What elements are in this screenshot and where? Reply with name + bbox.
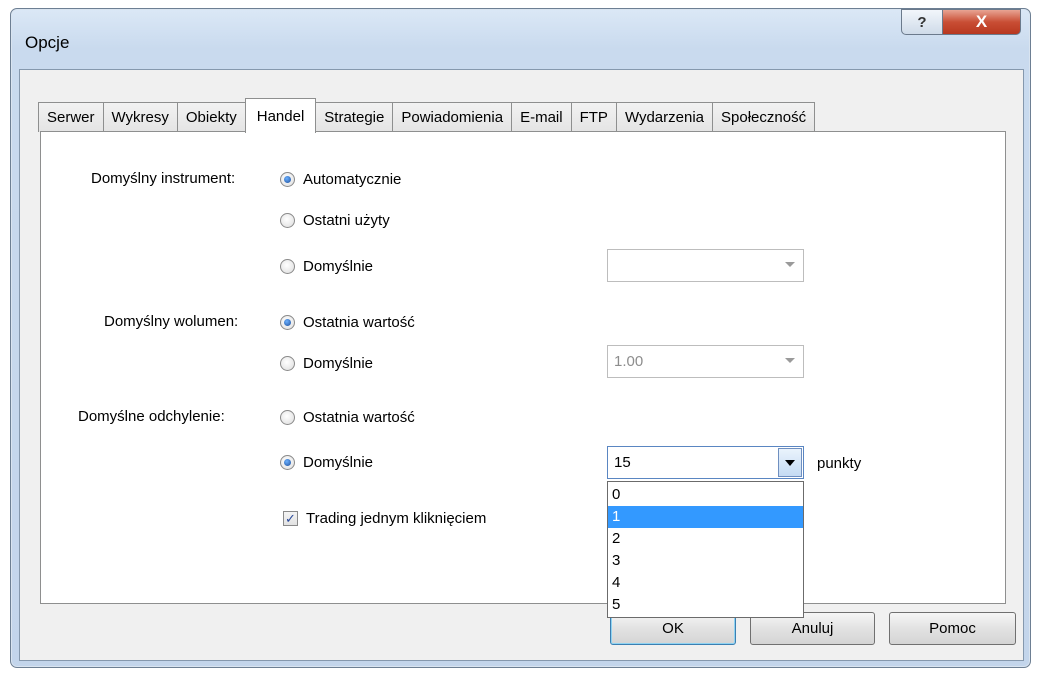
radio-label: Ostatnia wartość bbox=[303, 314, 415, 331]
radio-instrument-automatycznie[interactable]: Automatycznie bbox=[280, 171, 401, 188]
deviation-dropdown-list[interactable]: 0 1 2 3 4 5 bbox=[607, 481, 804, 618]
radio-label: Ostatni użyty bbox=[303, 212, 390, 229]
radio-unchecked-icon bbox=[280, 259, 295, 274]
list-item-selected[interactable]: 1 bbox=[608, 506, 803, 528]
list-item[interactable]: 5 bbox=[608, 594, 803, 616]
radio-deviation-domyslnie[interactable]: Domyślnie bbox=[280, 454, 373, 471]
tab-powiadomienia[interactable]: Powiadomienia bbox=[392, 102, 513, 132]
tab-ftp[interactable]: FTP bbox=[570, 102, 617, 132]
tab-handel[interactable]: Handel bbox=[244, 98, 317, 133]
default-volume-label: Domyślny wolumen: bbox=[104, 313, 239, 330]
tab-strip: Serwer Wykresy Obiekty Handel Strategie … bbox=[38, 98, 816, 133]
list-item[interactable]: 3 bbox=[608, 550, 803, 572]
chevron-down-icon bbox=[785, 358, 795, 363]
list-item[interactable]: 4 bbox=[608, 572, 803, 594]
tab-wykresy[interactable]: Wykresy bbox=[102, 102, 178, 132]
radio-volume-domyslnie[interactable]: Domyślnie bbox=[280, 355, 373, 372]
radio-instrument-ostatni[interactable]: Ostatni użyty bbox=[280, 212, 390, 229]
list-item[interactable]: 0 bbox=[608, 484, 803, 506]
volume-combo-value: 1.00 bbox=[614, 353, 644, 370]
tab-spolecznosc[interactable]: Społeczność bbox=[712, 102, 816, 132]
help-button[interactable]: Pomoc bbox=[889, 612, 1016, 645]
tab-obiekty[interactable]: Obiekty bbox=[176, 102, 246, 132]
radio-volume-ostatnia[interactable]: Ostatnia wartość bbox=[280, 314, 415, 331]
chevron-down-icon bbox=[785, 262, 795, 267]
radio-label: Ostatnia wartość bbox=[303, 409, 415, 426]
checkmark-icon: ✓ bbox=[283, 511, 298, 526]
radio-deviation-ostatnia[interactable]: Ostatnia wartość bbox=[280, 409, 415, 426]
dialog-client-area: Serwer Wykresy Obiekty Handel Strategie … bbox=[19, 69, 1024, 661]
dropdown-button[interactable] bbox=[778, 448, 802, 477]
tab-serwer[interactable]: Serwer bbox=[38, 102, 104, 132]
radio-label: Domyślnie bbox=[303, 258, 374, 275]
radio-label: Domyślnie bbox=[303, 355, 374, 372]
help-title-button[interactable]: ? bbox=[901, 9, 943, 35]
options-dialog: Opcje ? X Serwer Wykresy Obiekty Handel … bbox=[10, 8, 1031, 668]
radio-unchecked-icon bbox=[280, 356, 295, 371]
instrument-combo[interactable] bbox=[607, 249, 804, 282]
tab-email[interactable]: E-mail bbox=[511, 102, 572, 132]
deviation-combo[interactable]: 15 bbox=[607, 446, 804, 479]
radio-checked-icon bbox=[280, 172, 295, 187]
one-click-trading-checkbox[interactable]: ✓ Trading jednym kliknięciem bbox=[283, 510, 486, 527]
deviation-combo-value[interactable]: 15 bbox=[614, 454, 631, 471]
radio-label: Automatycznie bbox=[303, 171, 402, 188]
tab-wydarzenia[interactable]: Wydarzenia bbox=[615, 102, 714, 132]
volume-combo[interactable]: 1.00 bbox=[607, 345, 804, 378]
radio-checked-icon bbox=[280, 315, 295, 330]
tab-panel-handel bbox=[40, 131, 1006, 604]
radio-instrument-domyslnie[interactable]: Domyślnie bbox=[280, 258, 373, 275]
deviation-unit-label: punkty bbox=[817, 455, 862, 472]
close-button[interactable]: X bbox=[942, 9, 1021, 35]
chevron-down-icon bbox=[785, 459, 795, 466]
radio-label: Domyślnie bbox=[303, 454, 374, 471]
radio-unchecked-icon bbox=[280, 410, 295, 425]
default-instrument-label: Domyślny instrument: bbox=[91, 170, 236, 187]
window-title: Opcje bbox=[25, 33, 70, 52]
tab-strategie[interactable]: Strategie bbox=[315, 102, 394, 132]
radio-checked-icon bbox=[280, 455, 295, 470]
checkbox-label: Trading jednym kliknięciem bbox=[306, 510, 487, 527]
list-item[interactable]: 2 bbox=[608, 528, 803, 550]
radio-unchecked-icon bbox=[280, 213, 295, 228]
default-deviation-label: Domyślne odchylenie: bbox=[78, 408, 225, 425]
